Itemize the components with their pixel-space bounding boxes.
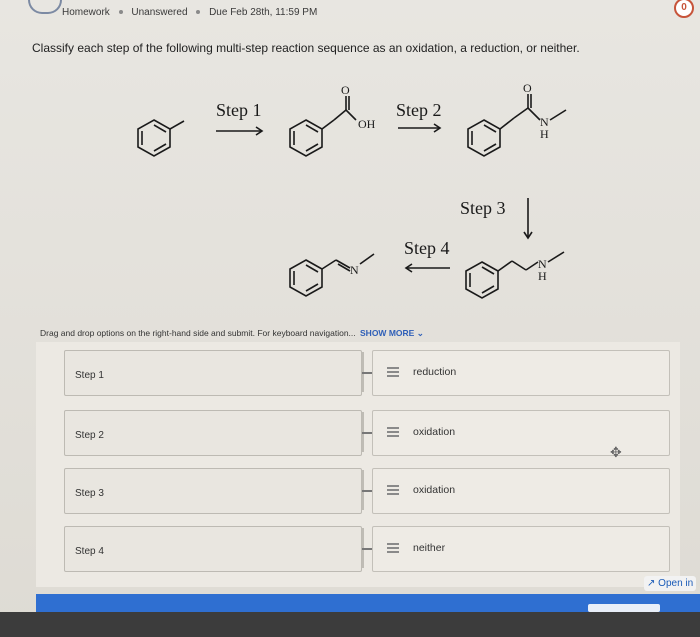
- answer-label: oxidation: [413, 426, 456, 438]
- connector-tick: [362, 490, 372, 492]
- reaction-scheme: Step 1 Step 2 Step 3 Step 4 O OH O N H N…: [137, 81, 567, 299]
- show-more-link[interactable]: SHOW MORE ⌄: [360, 328, 424, 338]
- drag-handle-icon[interactable]: [387, 367, 399, 377]
- phenylacetic-acid-structure: [289, 96, 357, 157]
- step-target: Step 1: [64, 350, 362, 396]
- expand-icon: ↗: [647, 578, 656, 589]
- open-in-label: Open in: [658, 578, 694, 589]
- step-label: Step 4: [75, 546, 104, 557]
- answer-label: neither: [413, 542, 446, 554]
- hydroxyl-label: OH: [358, 117, 376, 131]
- toluene-structure: [137, 119, 185, 157]
- imine-nitrogen: N: [350, 263, 359, 277]
- drag-handle-icon[interactable]: [387, 427, 399, 437]
- step-target: Step 2: [64, 410, 362, 456]
- matching-row: Step 4 neither: [36, 518, 680, 572]
- chevron-down-icon: ⌄: [416, 328, 424, 338]
- breadcrumb-due-date: Due Feb 28th, 11:59 PM: [209, 7, 318, 18]
- move-icon[interactable]: ✥: [610, 444, 622, 461]
- answer-tile[interactable]: reduction: [372, 350, 670, 396]
- submit-button[interactable]: [588, 604, 660, 612]
- separator-dot: [196, 10, 201, 15]
- step-label: Step 3: [75, 488, 104, 499]
- bottom-action-bar: [36, 594, 700, 612]
- matching-panel: Step 1 reduction Step 2 oxidation Step 3: [36, 342, 680, 587]
- breadcrumb-homework[interactable]: Homework: [62, 7, 110, 18]
- top-bar: Homework Unanswered Due Feb 28th, 11:59 …: [0, 0, 700, 26]
- drag-handle-icon[interactable]: [387, 543, 399, 553]
- screen-bottom-edge: [0, 612, 700, 637]
- step-2-label: Step 2: [396, 100, 442, 120]
- carbonyl-oxygen-2: O: [523, 81, 532, 95]
- notification-icon[interactable]: 0: [674, 0, 694, 18]
- drag-instructions: Drag and drop options on the right-hand …: [40, 328, 424, 339]
- step-target: Step 3: [64, 468, 362, 514]
- amide-structure: [467, 94, 567, 157]
- instructions-text: Drag and drop options on the right-hand …: [40, 328, 356, 338]
- carbonyl-oxygen-1: O: [341, 83, 350, 97]
- connector-tick: [362, 372, 372, 374]
- answer-tile[interactable]: neither: [372, 526, 670, 572]
- matching-row: Step 3 oxidation: [36, 460, 680, 514]
- matching-row: Step 2 oxidation: [36, 402, 680, 456]
- question-text: Classify each step of the following mult…: [32, 41, 580, 55]
- imine-structure: [289, 253, 375, 297]
- separator-dot: [118, 10, 123, 15]
- connector-tick: [362, 432, 372, 434]
- step-target: Step 4: [64, 526, 362, 572]
- answer-tile[interactable]: oxidation: [372, 468, 670, 514]
- step-label: Step 1: [75, 370, 104, 381]
- answer-label: reduction: [413, 366, 457, 378]
- app-logo: [28, 0, 62, 14]
- answer-label: oxidation: [413, 484, 456, 496]
- amide-hydrogen: H: [540, 127, 549, 141]
- step-1-label: Step 1: [216, 100, 262, 120]
- drag-handle-icon[interactable]: [387, 485, 399, 495]
- open-in-button[interactable]: ↗ Open in: [644, 576, 697, 591]
- breadcrumb-status: Unanswered: [131, 7, 188, 18]
- connector-tick: [362, 548, 372, 550]
- page: Homework Unanswered Due Feb 28th, 11:59 …: [0, 0, 700, 637]
- amine-hydrogen: H: [538, 269, 547, 283]
- answer-tile[interactable]: oxidation: [372, 410, 670, 456]
- step-3-label: Step 3: [460, 198, 506, 218]
- amine-structure: [465, 251, 565, 299]
- step-4-label: Step 4: [404, 238, 450, 258]
- breadcrumb: Homework Unanswered Due Feb 28th, 11:59 …: [62, 7, 317, 18]
- matching-row: Step 1 reduction: [36, 342, 680, 396]
- step-label: Step 2: [75, 430, 104, 441]
